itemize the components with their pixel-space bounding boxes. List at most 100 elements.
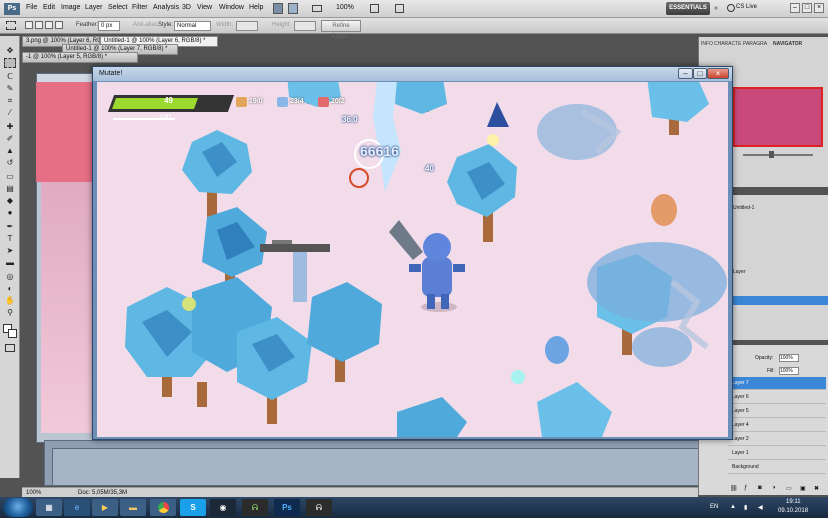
history-brush-icon[interactable]: ↺ — [4, 158, 16, 168]
zoom-tool-icon[interactable]: ⚲ — [4, 308, 16, 318]
healing-brush-icon[interactable]: ✚ — [4, 122, 16, 132]
game-close-icon[interactable]: × — [707, 68, 729, 79]
brush-tool-icon[interactable]: ✐ — [4, 134, 16, 144]
crop-tool-icon[interactable]: ⌗ — [4, 96, 16, 106]
game-titlebar[interactable]: Mutate! – □ × — [93, 67, 732, 81]
add-selection-icon[interactable] — [35, 21, 43, 29]
cs-live-button[interactable]: CS Live — [736, 4, 757, 10]
opacity-input[interactable]: 100% — [779, 354, 799, 362]
lasso-tool-icon[interactable]: ᑕ — [4, 72, 16, 82]
hand-tool-icon[interactable]: ✋ — [4, 296, 16, 306]
adjustment-icon[interactable]: ◑ — [772, 485, 776, 491]
link-layers-icon[interactable]: ⛓ — [730, 485, 738, 492]
media-player-icon[interactable]: ▶ — [92, 499, 118, 516]
menu-help[interactable]: Help — [249, 4, 263, 11]
steam-icon[interactable]: ◉ — [210, 499, 236, 516]
move-tool-icon[interactable]: ✥ — [4, 46, 16, 56]
height-input[interactable] — [294, 21, 316, 31]
history-item[interactable]: Layer — [733, 269, 746, 275]
3d-rotate-icon[interactable]: ◎ — [4, 272, 16, 282]
workspace-essentials-button[interactable]: ESSENTIALS — [666, 2, 710, 15]
tray-arrow-icon[interactable]: ▲ — [730, 504, 736, 510]
dodge-tool-icon[interactable]: ● — [4, 208, 16, 218]
width-input[interactable] — [236, 21, 258, 31]
minibridge-icon[interactable] — [288, 3, 298, 14]
volume-icon[interactable]: ◀ — [758, 504, 763, 511]
layer-row[interactable]: Layer 2 — [728, 433, 826, 446]
game-minimize-icon[interactable]: – — [678, 68, 693, 79]
skype-icon[interactable]: S — [180, 499, 206, 516]
menu-layer[interactable]: Layer — [85, 4, 103, 11]
blur-tool-icon[interactable]: ◆ — [4, 196, 16, 206]
doc-tab-4[interactable]: -1 @ 100% (Layer 5, RGB/8) * — [22, 52, 138, 63]
explorer-icon[interactable]: ▦ — [36, 499, 62, 516]
clock-time[interactable]: 19:11 — [786, 499, 801, 505]
restore-icon[interactable]: □ — [802, 3, 812, 13]
menu-select[interactable]: Select — [108, 4, 127, 11]
photoshop-icon[interactable]: Ps — [274, 499, 300, 516]
quick-select-icon[interactable]: ✎ — [4, 84, 16, 94]
fill-input[interactable]: 100% — [779, 367, 799, 375]
language-indicator[interactable]: EN — [710, 504, 718, 510]
history-snapshot[interactable]: Untitled-1 — [733, 205, 754, 211]
navigator-zoom-slider[interactable] — [733, 150, 823, 158]
character-tab[interactable]: CHARACTE — [714, 39, 742, 49]
new-layer-icon[interactable]: ▣ — [800, 485, 806, 492]
menu-window[interactable]: Window — [219, 4, 244, 11]
layer-row-background[interactable]: Background — [728, 461, 826, 474]
group-icon[interactable]: ▭ — [786, 485, 792, 492]
game-canvas[interactable]: 49 100 19/0 23/4 20/2 36.0 66616 40 — [97, 82, 728, 437]
hand-tool-icon[interactable] — [312, 5, 322, 12]
menu-3d[interactable]: 3D — [182, 4, 191, 11]
folder-icon[interactable]: ▬ — [120, 499, 146, 516]
app2-icon[interactable]: ᕱ — [306, 499, 332, 516]
fx-icon[interactable]: ƒ — [744, 485, 747, 491]
refine-edge-button[interactable]: Refine Edge... — [321, 20, 361, 40]
chrome-icon[interactable] — [150, 499, 176, 516]
intersect-selection-icon[interactable] — [55, 21, 63, 29]
subtract-selection-icon[interactable] — [45, 21, 53, 29]
path-select-icon[interactable]: ➤ — [4, 246, 16, 256]
menu-filter[interactable]: Filter — [132, 4, 148, 11]
eraser-tool-icon[interactable]: ▭ — [4, 172, 16, 182]
3d-camera-icon[interactable]: ◐ — [4, 284, 16, 294]
trash-icon[interactable]: ✖ — [814, 485, 819, 492]
layer-row[interactable]: Layer 4 — [728, 419, 826, 432]
menu-analysis[interactable]: Analysis — [153, 4, 179, 11]
clone-stamp-icon[interactable]: ▲ — [4, 146, 16, 156]
arrange-icon[interactable] — [370, 4, 379, 13]
zoom-level[interactable]: 100% — [336, 4, 354, 11]
eyedropper-icon[interactable]: ⁄ — [4, 108, 16, 118]
minimize-icon[interactable]: – — [790, 3, 800, 13]
marquee-tool-icon[interactable] — [4, 58, 16, 68]
feather-input[interactable]: 0 px — [98, 21, 120, 31]
style-select[interactable]: Normal — [174, 21, 211, 31]
start-button[interactable] — [3, 498, 33, 517]
menu-image[interactable]: Image — [61, 4, 80, 11]
network-icon[interactable]: ▮ — [744, 504, 747, 511]
type-tool-icon[interactable]: T — [4, 234, 16, 244]
mask-icon[interactable]: ◙ — [758, 485, 762, 491]
new-selection-icon[interactable] — [25, 21, 33, 29]
navigator-thumbnail[interactable] — [733, 87, 823, 147]
pen-tool-icon[interactable]: ✒ — [4, 222, 16, 232]
menu-file[interactable]: File — [26, 4, 37, 11]
bridge-icon[interactable] — [273, 3, 283, 14]
screen-mode-icon[interactable] — [395, 4, 404, 13]
antialias-checkbox[interactable]: Anti-alias — [133, 22, 158, 28]
layer-row[interactable]: Layer 6 — [728, 391, 826, 404]
menu-edit[interactable]: Edit — [43, 4, 55, 11]
layer-row[interactable]: Layer 1 — [728, 447, 826, 460]
layer-row-selected[interactable]: Layer 7 — [728, 377, 826, 390]
workspace-more-icon[interactable]: » — [714, 5, 718, 12]
close-icon[interactable]: × — [814, 3, 824, 13]
ie-icon[interactable]: e — [64, 499, 90, 516]
history-selected-row[interactable] — [729, 296, 828, 305]
clock-date[interactable]: 09.10.2018 — [778, 508, 808, 514]
paragraph-tab[interactable]: PARAGRA — [743, 39, 767, 49]
gradient-tool-icon[interactable]: ▤ — [4, 184, 16, 194]
navigator-tab[interactable]: NAVIGATOR — [773, 39, 802, 49]
shape-tool-icon[interactable]: ▬ — [4, 258, 16, 268]
layer-row[interactable]: Layer 5 — [728, 405, 826, 418]
info-tab[interactable]: INFO — [701, 39, 713, 49]
